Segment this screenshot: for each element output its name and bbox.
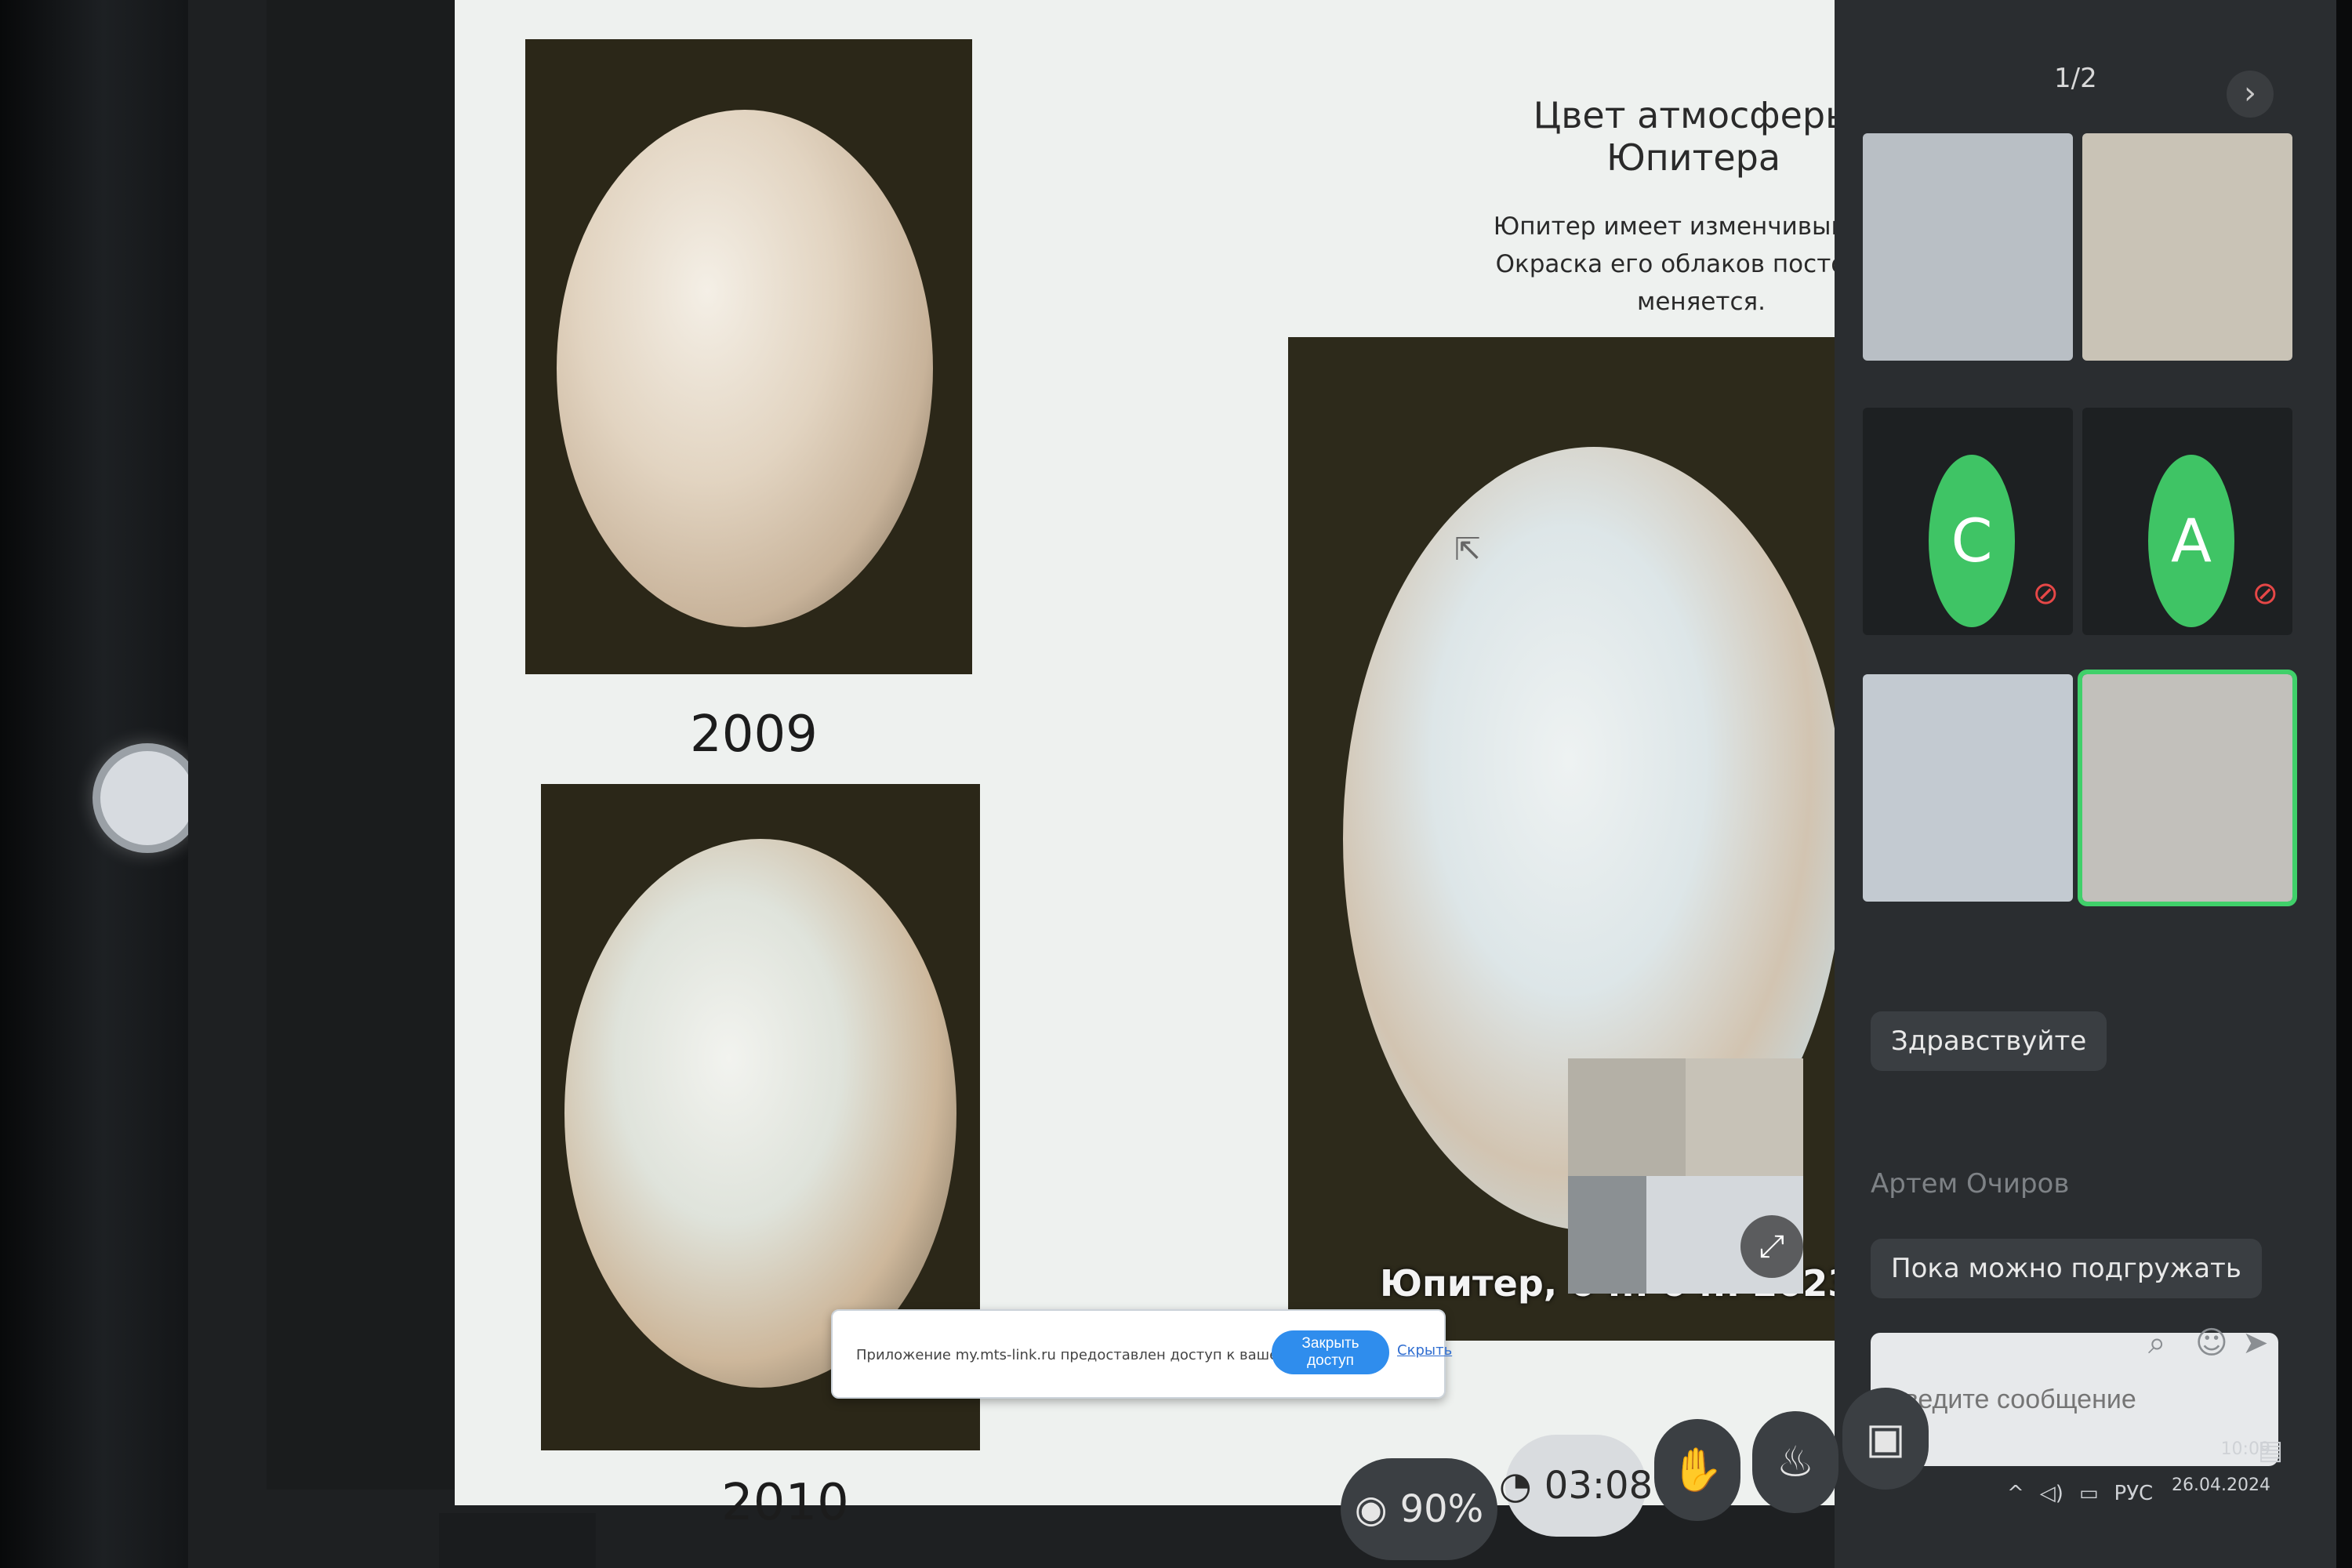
preview-tile bbox=[1568, 1058, 1686, 1176]
expand-preview-icon[interactable]: ⤢ bbox=[1740, 1215, 1803, 1278]
send-icon[interactable]: ➤ bbox=[2242, 1325, 2269, 1361]
participants-pager: 1/2 bbox=[2054, 63, 2097, 94]
views-percent: 90% bbox=[1399, 1487, 1484, 1531]
participant-tile-avatar[interactable]: С ⊘ bbox=[1863, 408, 2073, 635]
side-panel-handle[interactable] bbox=[93, 743, 202, 853]
monitor-icon[interactable]: ▭ bbox=[2079, 1482, 2099, 1505]
attach-icon[interactable]: ⌕ bbox=[2148, 1325, 2165, 1361]
language-indicator[interactable]: РУС bbox=[2114, 1482, 2154, 1505]
timer-value: 03:08 bbox=[1544, 1464, 1653, 1508]
mic-off-icon: ⊘ bbox=[2252, 575, 2278, 612]
participant-tile-video[interactable] bbox=[1863, 674, 2073, 902]
stop-sharing-button[interactable]: Закрыть доступ bbox=[1272, 1330, 1389, 1374]
chat-message: Пока можно подгружать bbox=[1871, 1239, 2262, 1298]
clock-time: 10:09 bbox=[2220, 1439, 2270, 1459]
timer-indicator: ◔ 03:08 bbox=[1499, 1435, 1653, 1537]
next-page-icon[interactable]: › bbox=[2227, 71, 2274, 118]
raise-hand-button[interactable]: ✋ bbox=[1654, 1419, 1740, 1521]
participant-tile-video[interactable] bbox=[1863, 133, 2073, 361]
notification-icon[interactable]: ▤ bbox=[2258, 1435, 2283, 1466]
mouse-cursor-icon: ⇱ bbox=[1454, 532, 1481, 568]
picture-in-picture-button[interactable]: ▣ bbox=[1842, 1388, 1929, 1490]
avatar: С bbox=[1929, 455, 2015, 627]
speaker-icon[interactable]: ◁) bbox=[2040, 1482, 2063, 1505]
stopwatch-icon: ◔ bbox=[1498, 1464, 1532, 1508]
taskbar-clock[interactable]: 10:09 26.04.2024 bbox=[2172, 1432, 2270, 1504]
hide-link[interactable]: Скрыть bbox=[1397, 1342, 1452, 1359]
avatar: А bbox=[2148, 455, 2234, 627]
participant-tile-avatar[interactable]: А ⊘ bbox=[2082, 408, 2292, 635]
chat-message: Здравствуйте bbox=[1871, 1011, 2107, 1071]
bottom-left-tab bbox=[439, 1513, 596, 1568]
participant-tile-video-active[interactable] bbox=[2078, 670, 2297, 906]
emoji-icon[interactable]: ☺ bbox=[2195, 1325, 2228, 1361]
screen-share-notification: Приложение my.mts-link.ru предоставлен д… bbox=[831, 1309, 1452, 1399]
preview-tile bbox=[1686, 1058, 1803, 1176]
mic-off-icon: ⊘ bbox=[2032, 575, 2059, 612]
chevron-up-icon[interactable]: ^ bbox=[2007, 1482, 2024, 1505]
participant-tile-video[interactable] bbox=[2082, 133, 2292, 361]
views-indicator: ◉ 90% bbox=[1341, 1458, 1497, 1560]
year-label-2010: 2010 bbox=[721, 1474, 849, 1532]
system-tray: ^ ◁) ▭ РУС bbox=[2007, 1458, 2153, 1529]
jupiter-2009-image bbox=[525, 39, 972, 674]
eye-icon: ◉ bbox=[1354, 1487, 1388, 1531]
chat-author: Артем Очиров bbox=[1871, 1168, 2070, 1200]
clock-date: 26.04.2024 bbox=[2172, 1475, 2270, 1495]
year-label-2009: 2009 bbox=[690, 706, 818, 764]
reaction-button[interactable]: ♨ bbox=[1752, 1411, 1838, 1513]
